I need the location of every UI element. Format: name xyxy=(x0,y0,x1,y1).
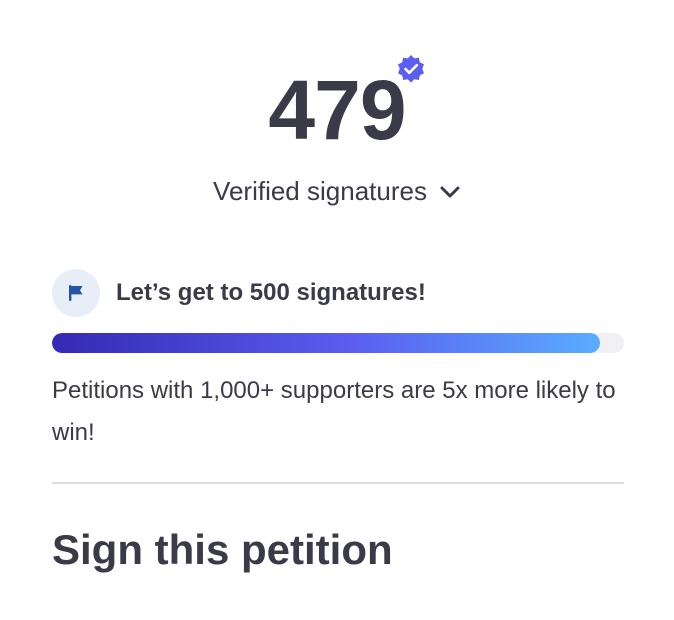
goal-row: Let’s get to 500 signatures! xyxy=(52,269,426,317)
verified-signatures-toggle[interactable]: Verified signatures xyxy=(0,171,674,211)
signature-progress-bar xyxy=(52,333,624,353)
verified-check-icon xyxy=(398,55,424,83)
divider xyxy=(52,482,624,484)
verified-signatures-label: Verified signatures xyxy=(213,176,427,206)
supporters-tip: Petitions with 1,000+ supporters are 5x … xyxy=(52,377,616,446)
signature-count: 479 xyxy=(268,63,406,157)
flag-icon xyxy=(52,269,100,317)
chevron-down-icon xyxy=(440,186,460,198)
sign-petition-heading: Sign this petition xyxy=(52,526,393,573)
signature-count-block: 479 xyxy=(0,62,674,158)
goal-text: Let’s get to 500 signatures! xyxy=(116,279,426,306)
signature-progress-fill xyxy=(52,333,600,353)
